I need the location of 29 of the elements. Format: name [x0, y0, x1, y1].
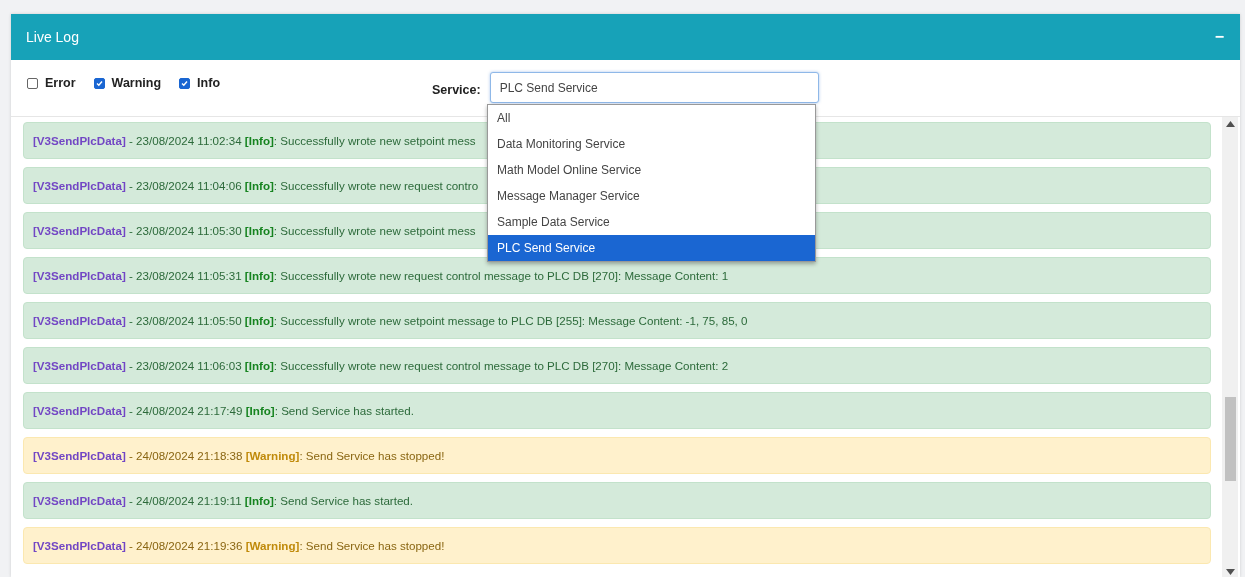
- dropdown-option[interactable]: All: [488, 105, 815, 131]
- checkbox[interactable]: [27, 77, 38, 89]
- service-label: Service:: [432, 82, 481, 97]
- log-text: [V3SendPlcData] - 24/08/2024 21:19:36 [Warning]: Send Service has stopped!: [33, 539, 445, 552]
- log-text: [V3SendPlcData] - 23/08/2024 11:05:50 [Info]: Successfully wrote new setpoint message to PLC DB [255]: Message Content: -1, 75, 85, 0: [33, 314, 748, 327]
- panel-title: Live Log: [26, 29, 79, 45]
- dropdown-option[interactable]: PLC Send Service: [488, 235, 815, 261]
- log-text: [V3SendPlcData] - 23/08/2024 11:05:31 [Info]: Successfully wrote new request control message to PLC DB [270]: Message Content: 1: [33, 269, 729, 282]
- checkbox-label[interactable]: Warning: [111, 76, 162, 90]
- dropdown-option[interactable]: Data Monitoring Service: [488, 131, 815, 157]
- log-text: [V3SendPlcData] - 23/08/2024 11:05:30 [Info]: Successfully wrote new setpoint mess: [33, 224, 476, 237]
- service-select[interactable]: PLC Send Service: [489, 72, 819, 103]
- checkbox-label[interactable]: Info: [197, 76, 221, 90]
- log-text: [V3SendPlcData] - 24/08/2024 21:19:11 [Info]: Send Service has started.: [33, 494, 414, 507]
- checkbox-label[interactable]: Error: [45, 76, 76, 90]
- log-text: [V3SendPlcData] - 23/08/2024 11:04:06 [Info]: Successfully wrote new request contro: [33, 179, 479, 192]
- scroll-thumb[interactable]: [1225, 397, 1236, 481]
- log-text: [V3SendPlcData] - 23/08/2024 11:06:03 [Info]: Successfully wrote new request control message to PLC DB [270]: Message Content: 2: [33, 359, 729, 372]
- log-text: [V3SendPlcData] - 24/08/2024 21:17:49 [Info]: Send Service has started.: [33, 404, 414, 417]
- scroll-down-icon[interactable]: [1225, 569, 1235, 575]
- checkbox[interactable]: [93, 77, 105, 89]
- dropdown-option[interactable]: Message Manager Service: [488, 183, 815, 209]
- checkbox[interactable]: [179, 77, 191, 89]
- scrollbar[interactable]: [1222, 117, 1238, 577]
- log-text: [V3SendPlcData] - 23/08/2024 11:02:34 [Info]: Successfully wrote new setpoint mess: [33, 134, 476, 147]
- scroll-up-icon[interactable]: [1225, 121, 1235, 127]
- dropdown-option[interactable]: Sample Data Service: [488, 209, 815, 235]
- log-text: [V3SendPlcData] - 24/08/2024 21:18:38 [Warning]: Send Service has stopped!: [33, 449, 445, 462]
- dropdown-option[interactable]: Math Model Online Service: [488, 157, 815, 183]
